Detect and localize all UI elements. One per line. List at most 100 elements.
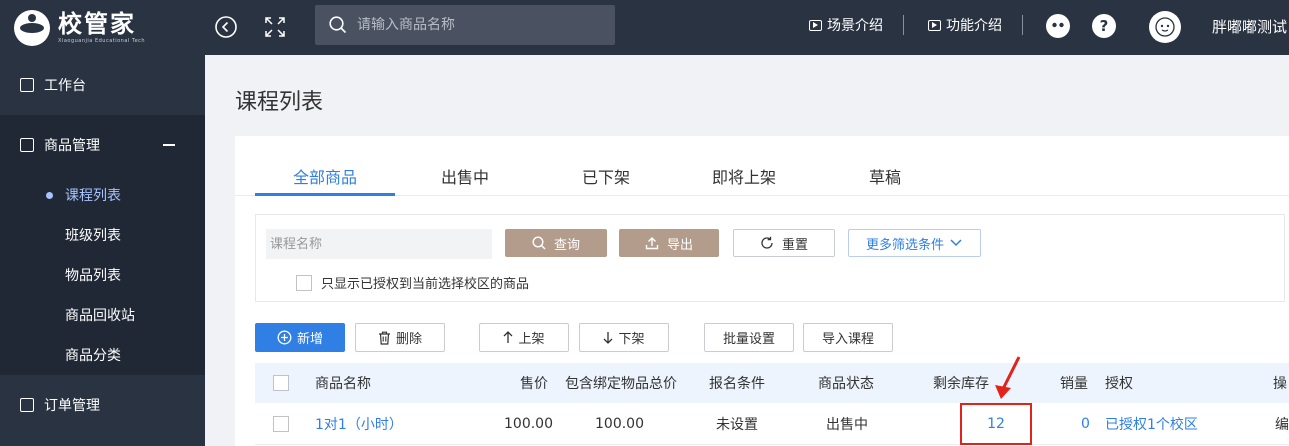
tab-all-products[interactable]: 全部商品 (293, 164, 357, 188)
row-checkbox[interactable] (273, 415, 289, 432)
column-header[interactable]: 报名条件 (709, 363, 765, 403)
username[interactable]: 胖嘟嘟测试 (1212, 16, 1287, 37)
feature-intro-label: 功能介绍 (946, 18, 1002, 34)
fullscreen-icon[interactable] (263, 15, 287, 39)
scene-intro-label: 场景介绍 (827, 18, 883, 34)
add-label: 新增 (296, 332, 323, 347)
tab-off-shelf[interactable]: 已下架 (582, 164, 630, 188)
active-dot-icon (46, 191, 53, 199)
column-header[interactable]: 包含绑定物品总价 (565, 363, 677, 403)
sidebar-subitem-label: 班级列表 (65, 228, 121, 244)
logo: 校管家 Xiaoguanjia Educational Tech (14, 8, 145, 48)
video-icon (928, 19, 941, 31)
sidebar-item-label: 订单管理 (44, 398, 100, 414)
export-button[interactable]: 导出 (619, 229, 719, 257)
search-bar[interactable] (315, 5, 615, 45)
batch-settings-button[interactable]: 批量设置 (704, 323, 794, 352)
column-header[interactable]: 商品名称 (315, 363, 371, 403)
sidebar-subitem-course-list[interactable]: 课程列表 (0, 175, 205, 215)
sales-link[interactable]: 0 (1081, 403, 1090, 444)
condition-cell: 未设置 (716, 416, 758, 433)
plus-circle-icon (277, 330, 292, 345)
list-on-button[interactable]: 上架 (479, 323, 569, 352)
sidebar-subitem-recycle-bin[interactable]: 商品回收站 (0, 295, 205, 335)
sidebar-item-label: 商品管理 (44, 138, 100, 154)
search-icon (329, 16, 347, 34)
list-off-button[interactable]: 下架 (579, 323, 669, 352)
monitor-icon (20, 78, 34, 92)
feature-intro-link[interactable]: 功能介绍 (928, 15, 1002, 35)
authorized-only-checkbox[interactable] (296, 274, 312, 291)
search-input[interactable] (357, 17, 597, 33)
bag-icon (20, 138, 34, 152)
tab-on-sale[interactable]: 出售中 (441, 164, 489, 188)
logo-text: 校管家 (58, 10, 136, 38)
column-header[interactable]: 售价 (520, 363, 548, 403)
divider (903, 15, 904, 35)
refresh-icon (761, 236, 773, 249)
authorized-only-option[interactable]: 只显示已授权到当前选择校区的商品 (296, 273, 529, 292)
collapse-icon (163, 144, 175, 146)
table-row: 1对1（小时） 100.00 100.00 未设置 出售中 12 0 已授权1个… (255, 403, 1289, 445)
column-header[interactable]: 授权 (1105, 363, 1133, 403)
delete-button[interactable]: 删除 (355, 323, 445, 352)
sidebar-item-order-management[interactable]: 订单管理 (0, 375, 205, 435)
sidebar-item-product-management[interactable]: 商品管理 (0, 115, 205, 175)
export-label: 导出 (666, 237, 693, 253)
sidebar-subitem-label: 商品回收站 (65, 308, 135, 324)
column-header[interactable]: 商品状态 (818, 363, 874, 403)
reset-button[interactable]: 重置 (733, 229, 835, 257)
bundle-price-cell: 100.00 (595, 415, 644, 432)
add-button[interactable]: 新增 (255, 323, 345, 352)
trash-icon (378, 331, 390, 345)
authorization-link[interactable]: 已授权1个校区 (1105, 403, 1198, 444)
arrow-up-icon (504, 331, 513, 343)
arrow-down-icon (604, 332, 613, 344)
scene-intro-link[interactable]: 场景介绍 (809, 15, 883, 35)
avatar[interactable] (1149, 11, 1181, 43)
authorized-only-label: 只显示已授权到当前选择校区的商品 (321, 277, 530, 292)
logo-mark-icon (14, 10, 50, 46)
sidebar-subitem-label: 课程列表 (65, 188, 121, 204)
chat-icon[interactable] (1046, 14, 1070, 38)
select-all-checkbox[interactable] (273, 375, 289, 391)
status-cell: 出售中 (826, 416, 868, 433)
column-header[interactable]: 剩余库存 (933, 363, 989, 403)
sidebar-subitem-item-list[interactable]: 物品列表 (0, 255, 205, 295)
page-title: 课程列表 (235, 90, 324, 115)
top-bar: 校管家 Xiaoguanjia Educational Tech 场景介绍 功能… (0, 0, 1289, 55)
import-course-label: 导入课程 (821, 332, 874, 347)
document-icon (20, 398, 34, 412)
sidebar-subitem-category[interactable]: 商品分类 (0, 335, 205, 375)
sidebar-subitem-class-list[interactable]: 班级列表 (0, 215, 205, 255)
table-header: 商品名称 售价 包含绑定物品总价 报名条件 商品状态 剩余库存 销量 授权 操 (255, 363, 1289, 403)
sidebar-item-workbench[interactable]: 工作台 (0, 55, 205, 115)
content-card: 全部商品 出售中 已下架 即将上架 草稿 查询 导出 重置 更多筛选条件 只显示… (235, 136, 1289, 446)
list-off-label: 下架 (618, 332, 645, 347)
tab-drafts[interactable]: 草稿 (869, 164, 901, 188)
reset-label: 重置 (781, 237, 808, 253)
tab-coming-soon[interactable]: 即将上架 (712, 164, 776, 188)
column-header[interactable]: 操 (1273, 363, 1287, 403)
product-name-link[interactable]: 1对1（小时） (315, 403, 403, 444)
query-button[interactable]: 查询 (505, 229, 607, 257)
collapse-sidebar-icon[interactable] (214, 15, 238, 39)
more-filters-label: 更多筛选条件 (865, 237, 944, 253)
sidebar-subitem-label: 商品分类 (65, 348, 121, 364)
active-tab-indicator (255, 193, 395, 196)
course-name-input[interactable] (266, 229, 492, 259)
stock-link[interactable]: 12 (972, 403, 1020, 444)
logo-subtitle: Xiaoguanjia Educational Tech (58, 38, 146, 44)
operation-cell[interactable]: 编 (1275, 403, 1289, 444)
video-icon (809, 19, 822, 31)
column-header[interactable]: 销量 (1060, 363, 1088, 403)
query-label: 查询 (553, 237, 580, 253)
more-filters-button[interactable]: 更多筛选条件 (848, 229, 981, 257)
delete-label: 删除 (395, 332, 422, 347)
import-course-button[interactable]: 导入课程 (803, 323, 893, 352)
search-icon (532, 236, 546, 250)
filter-panel: 查询 导出 重置 更多筛选条件 只显示已授权到当前选择校区的商品 (255, 214, 1285, 302)
sidebar-subitem-label: 物品列表 (65, 268, 121, 284)
sidebar-item-label: 工作台 (44, 78, 86, 94)
help-icon[interactable]: ? (1092, 14, 1116, 38)
